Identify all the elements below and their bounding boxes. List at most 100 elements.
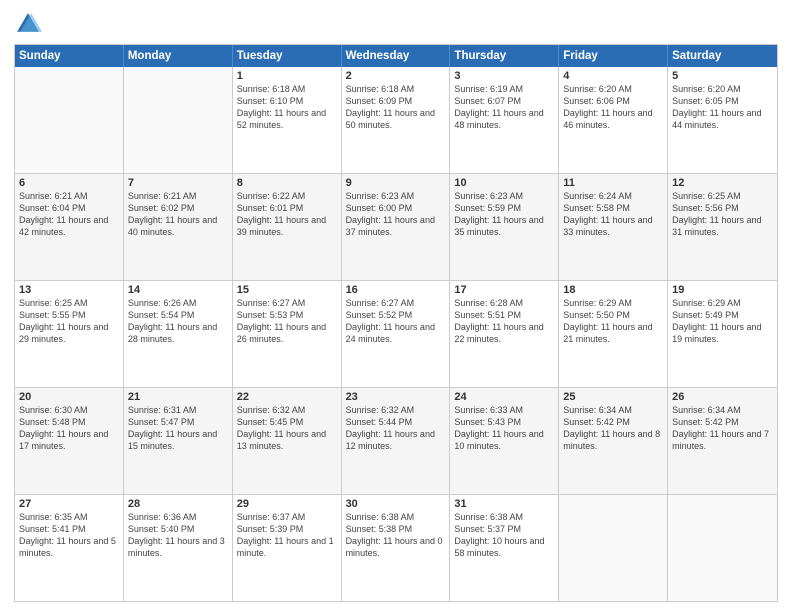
day-info: Sunrise: 6:22 AM Sunset: 6:01 PM Dayligh… [237, 190, 337, 239]
calendar-cell: 2Sunrise: 6:18 AM Sunset: 6:09 PM Daylig… [342, 67, 451, 173]
calendar-cell: 8Sunrise: 6:22 AM Sunset: 6:01 PM Daylig… [233, 174, 342, 280]
calendar-header-cell: Tuesday [233, 45, 342, 67]
day-info: Sunrise: 6:29 AM Sunset: 5:50 PM Dayligh… [563, 297, 663, 346]
calendar-week: 6Sunrise: 6:21 AM Sunset: 6:04 PM Daylig… [15, 173, 777, 280]
calendar-cell [668, 495, 777, 601]
day-info: Sunrise: 6:23 AM Sunset: 5:59 PM Dayligh… [454, 190, 554, 239]
calendar-cell: 16Sunrise: 6:27 AM Sunset: 5:52 PM Dayli… [342, 281, 451, 387]
day-number: 13 [19, 284, 119, 296]
day-number: 20 [19, 391, 119, 403]
day-number: 8 [237, 177, 337, 189]
calendar-week: 27Sunrise: 6:35 AM Sunset: 5:41 PM Dayli… [15, 494, 777, 601]
day-info: Sunrise: 6:24 AM Sunset: 5:58 PM Dayligh… [563, 190, 663, 239]
calendar-cell: 26Sunrise: 6:34 AM Sunset: 5:42 PM Dayli… [668, 388, 777, 494]
day-info: Sunrise: 6:21 AM Sunset: 6:04 PM Dayligh… [19, 190, 119, 239]
calendar-cell: 18Sunrise: 6:29 AM Sunset: 5:50 PM Dayli… [559, 281, 668, 387]
day-number: 23 [346, 391, 446, 403]
day-number: 29 [237, 498, 337, 510]
day-info: Sunrise: 6:21 AM Sunset: 6:02 PM Dayligh… [128, 190, 228, 239]
day-number: 9 [346, 177, 446, 189]
day-info: Sunrise: 6:19 AM Sunset: 6:07 PM Dayligh… [454, 83, 554, 132]
logo-icon [14, 10, 42, 38]
calendar-cell: 27Sunrise: 6:35 AM Sunset: 5:41 PM Dayli… [15, 495, 124, 601]
day-number: 16 [346, 284, 446, 296]
calendar-header-cell: Wednesday [342, 45, 451, 67]
calendar-cell: 12Sunrise: 6:25 AM Sunset: 5:56 PM Dayli… [668, 174, 777, 280]
day-info: Sunrise: 6:28 AM Sunset: 5:51 PM Dayligh… [454, 297, 554, 346]
calendar-cell: 28Sunrise: 6:36 AM Sunset: 5:40 PM Dayli… [124, 495, 233, 601]
calendar-header-row: SundayMondayTuesdayWednesdayThursdayFrid… [15, 45, 777, 67]
calendar-cell: 9Sunrise: 6:23 AM Sunset: 6:00 PM Daylig… [342, 174, 451, 280]
day-info: Sunrise: 6:38 AM Sunset: 5:38 PM Dayligh… [346, 511, 446, 560]
calendar-cell: 1Sunrise: 6:18 AM Sunset: 6:10 PM Daylig… [233, 67, 342, 173]
calendar-cell: 6Sunrise: 6:21 AM Sunset: 6:04 PM Daylig… [15, 174, 124, 280]
calendar-week: 1Sunrise: 6:18 AM Sunset: 6:10 PM Daylig… [15, 67, 777, 173]
day-info: Sunrise: 6:20 AM Sunset: 6:06 PM Dayligh… [563, 83, 663, 132]
calendar-cell: 22Sunrise: 6:32 AM Sunset: 5:45 PM Dayli… [233, 388, 342, 494]
day-number: 26 [672, 391, 773, 403]
day-number: 6 [19, 177, 119, 189]
day-info: Sunrise: 6:27 AM Sunset: 5:53 PM Dayligh… [237, 297, 337, 346]
day-number: 25 [563, 391, 663, 403]
day-number: 22 [237, 391, 337, 403]
day-info: Sunrise: 6:38 AM Sunset: 5:37 PM Dayligh… [454, 511, 554, 560]
day-number: 19 [672, 284, 773, 296]
day-info: Sunrise: 6:26 AM Sunset: 5:54 PM Dayligh… [128, 297, 228, 346]
calendar-cell: 19Sunrise: 6:29 AM Sunset: 5:49 PM Dayli… [668, 281, 777, 387]
day-info: Sunrise: 6:25 AM Sunset: 5:56 PM Dayligh… [672, 190, 773, 239]
day-info: Sunrise: 6:34 AM Sunset: 5:42 PM Dayligh… [672, 404, 773, 453]
calendar-header-cell: Saturday [668, 45, 777, 67]
calendar-cell [559, 495, 668, 601]
day-info: Sunrise: 6:37 AM Sunset: 5:39 PM Dayligh… [237, 511, 337, 560]
day-number: 7 [128, 177, 228, 189]
day-info: Sunrise: 6:34 AM Sunset: 5:42 PM Dayligh… [563, 404, 663, 453]
calendar-cell: 3Sunrise: 6:19 AM Sunset: 6:07 PM Daylig… [450, 67, 559, 173]
day-number: 15 [237, 284, 337, 296]
day-info: Sunrise: 6:32 AM Sunset: 5:44 PM Dayligh… [346, 404, 446, 453]
calendar-cell: 10Sunrise: 6:23 AM Sunset: 5:59 PM Dayli… [450, 174, 559, 280]
calendar-cell: 4Sunrise: 6:20 AM Sunset: 6:06 PM Daylig… [559, 67, 668, 173]
day-number: 2 [346, 70, 446, 82]
calendar-cell: 24Sunrise: 6:33 AM Sunset: 5:43 PM Dayli… [450, 388, 559, 494]
day-info: Sunrise: 6:30 AM Sunset: 5:48 PM Dayligh… [19, 404, 119, 453]
day-number: 21 [128, 391, 228, 403]
calendar-cell: 31Sunrise: 6:38 AM Sunset: 5:37 PM Dayli… [450, 495, 559, 601]
day-info: Sunrise: 6:18 AM Sunset: 6:10 PM Dayligh… [237, 83, 337, 132]
day-number: 30 [346, 498, 446, 510]
day-info: Sunrise: 6:20 AM Sunset: 6:05 PM Dayligh… [672, 83, 773, 132]
calendar-header-cell: Monday [124, 45, 233, 67]
calendar-cell [15, 67, 124, 173]
day-number: 18 [563, 284, 663, 296]
calendar-week: 20Sunrise: 6:30 AM Sunset: 5:48 PM Dayli… [15, 387, 777, 494]
calendar-week: 13Sunrise: 6:25 AM Sunset: 5:55 PM Dayli… [15, 280, 777, 387]
day-number: 31 [454, 498, 554, 510]
calendar-body: 1Sunrise: 6:18 AM Sunset: 6:10 PM Daylig… [15, 67, 777, 601]
calendar-cell: 20Sunrise: 6:30 AM Sunset: 5:48 PM Dayli… [15, 388, 124, 494]
calendar-cell: 30Sunrise: 6:38 AM Sunset: 5:38 PM Dayli… [342, 495, 451, 601]
day-info: Sunrise: 6:29 AM Sunset: 5:49 PM Dayligh… [672, 297, 773, 346]
day-info: Sunrise: 6:36 AM Sunset: 5:40 PM Dayligh… [128, 511, 228, 560]
header [14, 10, 778, 38]
calendar-cell: 21Sunrise: 6:31 AM Sunset: 5:47 PM Dayli… [124, 388, 233, 494]
calendar-cell: 17Sunrise: 6:28 AM Sunset: 5:51 PM Dayli… [450, 281, 559, 387]
calendar-cell: 23Sunrise: 6:32 AM Sunset: 5:44 PM Dayli… [342, 388, 451, 494]
calendar: SundayMondayTuesdayWednesdayThursdayFrid… [14, 44, 778, 602]
day-number: 12 [672, 177, 773, 189]
calendar-cell: 11Sunrise: 6:24 AM Sunset: 5:58 PM Dayli… [559, 174, 668, 280]
day-info: Sunrise: 6:33 AM Sunset: 5:43 PM Dayligh… [454, 404, 554, 453]
day-number: 4 [563, 70, 663, 82]
day-number: 10 [454, 177, 554, 189]
day-number: 1 [237, 70, 337, 82]
calendar-header-cell: Sunday [15, 45, 124, 67]
calendar-cell: 5Sunrise: 6:20 AM Sunset: 6:05 PM Daylig… [668, 67, 777, 173]
day-number: 28 [128, 498, 228, 510]
logo [14, 10, 46, 38]
day-info: Sunrise: 6:35 AM Sunset: 5:41 PM Dayligh… [19, 511, 119, 560]
day-number: 5 [672, 70, 773, 82]
day-number: 17 [454, 284, 554, 296]
day-number: 24 [454, 391, 554, 403]
day-number: 11 [563, 177, 663, 189]
day-number: 27 [19, 498, 119, 510]
day-info: Sunrise: 6:23 AM Sunset: 6:00 PM Dayligh… [346, 190, 446, 239]
day-info: Sunrise: 6:31 AM Sunset: 5:47 PM Dayligh… [128, 404, 228, 453]
